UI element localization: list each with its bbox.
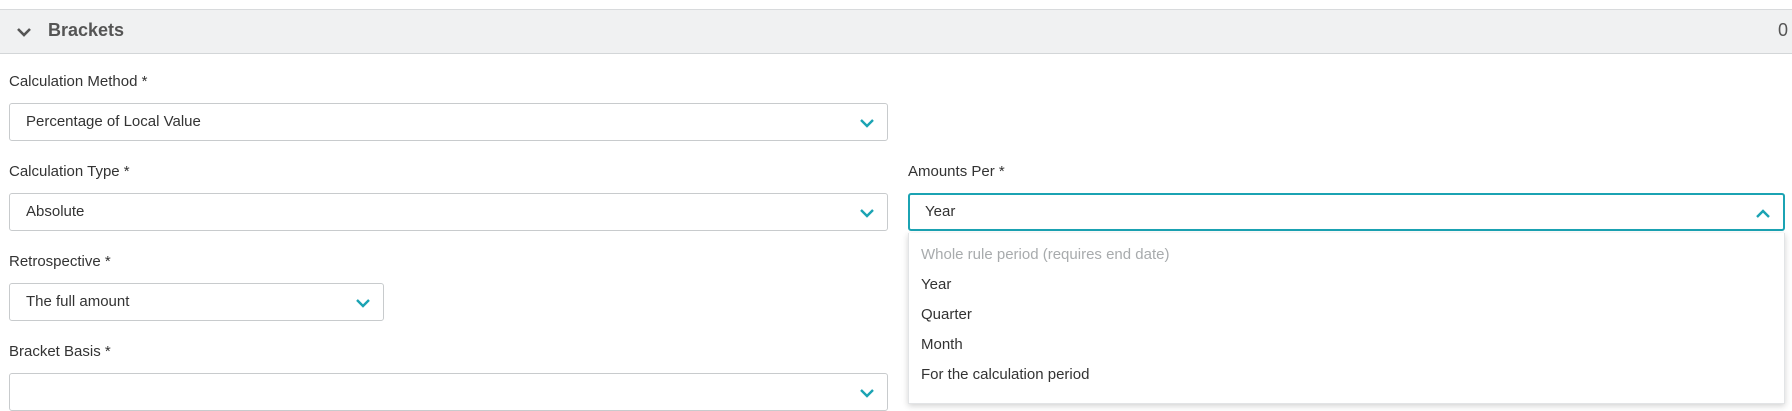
section-title: Brackets — [48, 20, 125, 40]
bracket-basis-label: Bracket Basis * — [9, 343, 111, 360]
amounts-per-label: Amounts Per * — [908, 163, 1005, 180]
retrospective-value: The full amount — [26, 293, 130, 310]
calculation-method-label: Calculation Method * — [9, 73, 148, 90]
dropdown-option-quarter[interactable]: Quarter — [921, 306, 972, 323]
calculation-type-label: Calculation Type * — [9, 163, 130, 180]
calculation-method-select[interactable]: Percentage of Local Value — [9, 103, 888, 141]
calculation-type-select[interactable]: Absolute — [9, 193, 888, 231]
retrospective-select[interactable]: The full amount — [9, 283, 384, 321]
section-count: 0 — [1777, 20, 1788, 40]
dropdown-option-whole-rule-period: Whole rule period (requires end date) — [921, 246, 1170, 263]
dropdown-option-year[interactable]: Year — [921, 276, 951, 293]
chevron-up-icon — [1756, 209, 1770, 218]
chevron-down-icon[interactable] — [14, 22, 34, 42]
amounts-per-value: Year — [925, 203, 956, 220]
amounts-per-dropdown: Whole rule period (requires end date) Ye… — [908, 233, 1785, 404]
chevron-down-icon — [860, 389, 874, 398]
bracket-basis-select[interactable] — [9, 373, 888, 411]
top-divider — [0, 0, 1792, 10]
chevron-down-icon — [860, 119, 874, 128]
dropdown-option-calculation-period[interactable]: For the calculation period — [921, 366, 1089, 383]
calculation-type-value: Absolute — [26, 203, 85, 220]
amounts-per-select[interactable]: Year — [908, 193, 1785, 231]
chevron-down-icon — [860, 209, 874, 218]
dropdown-option-month[interactable]: Month — [921, 336, 963, 353]
retrospective-label: Retrospective * — [9, 253, 111, 270]
calculation-method-value: Percentage of Local Value — [26, 113, 201, 130]
chevron-down-icon — [356, 299, 370, 308]
brackets-section-header[interactable]: Brackets 0 — [0, 10, 1792, 54]
